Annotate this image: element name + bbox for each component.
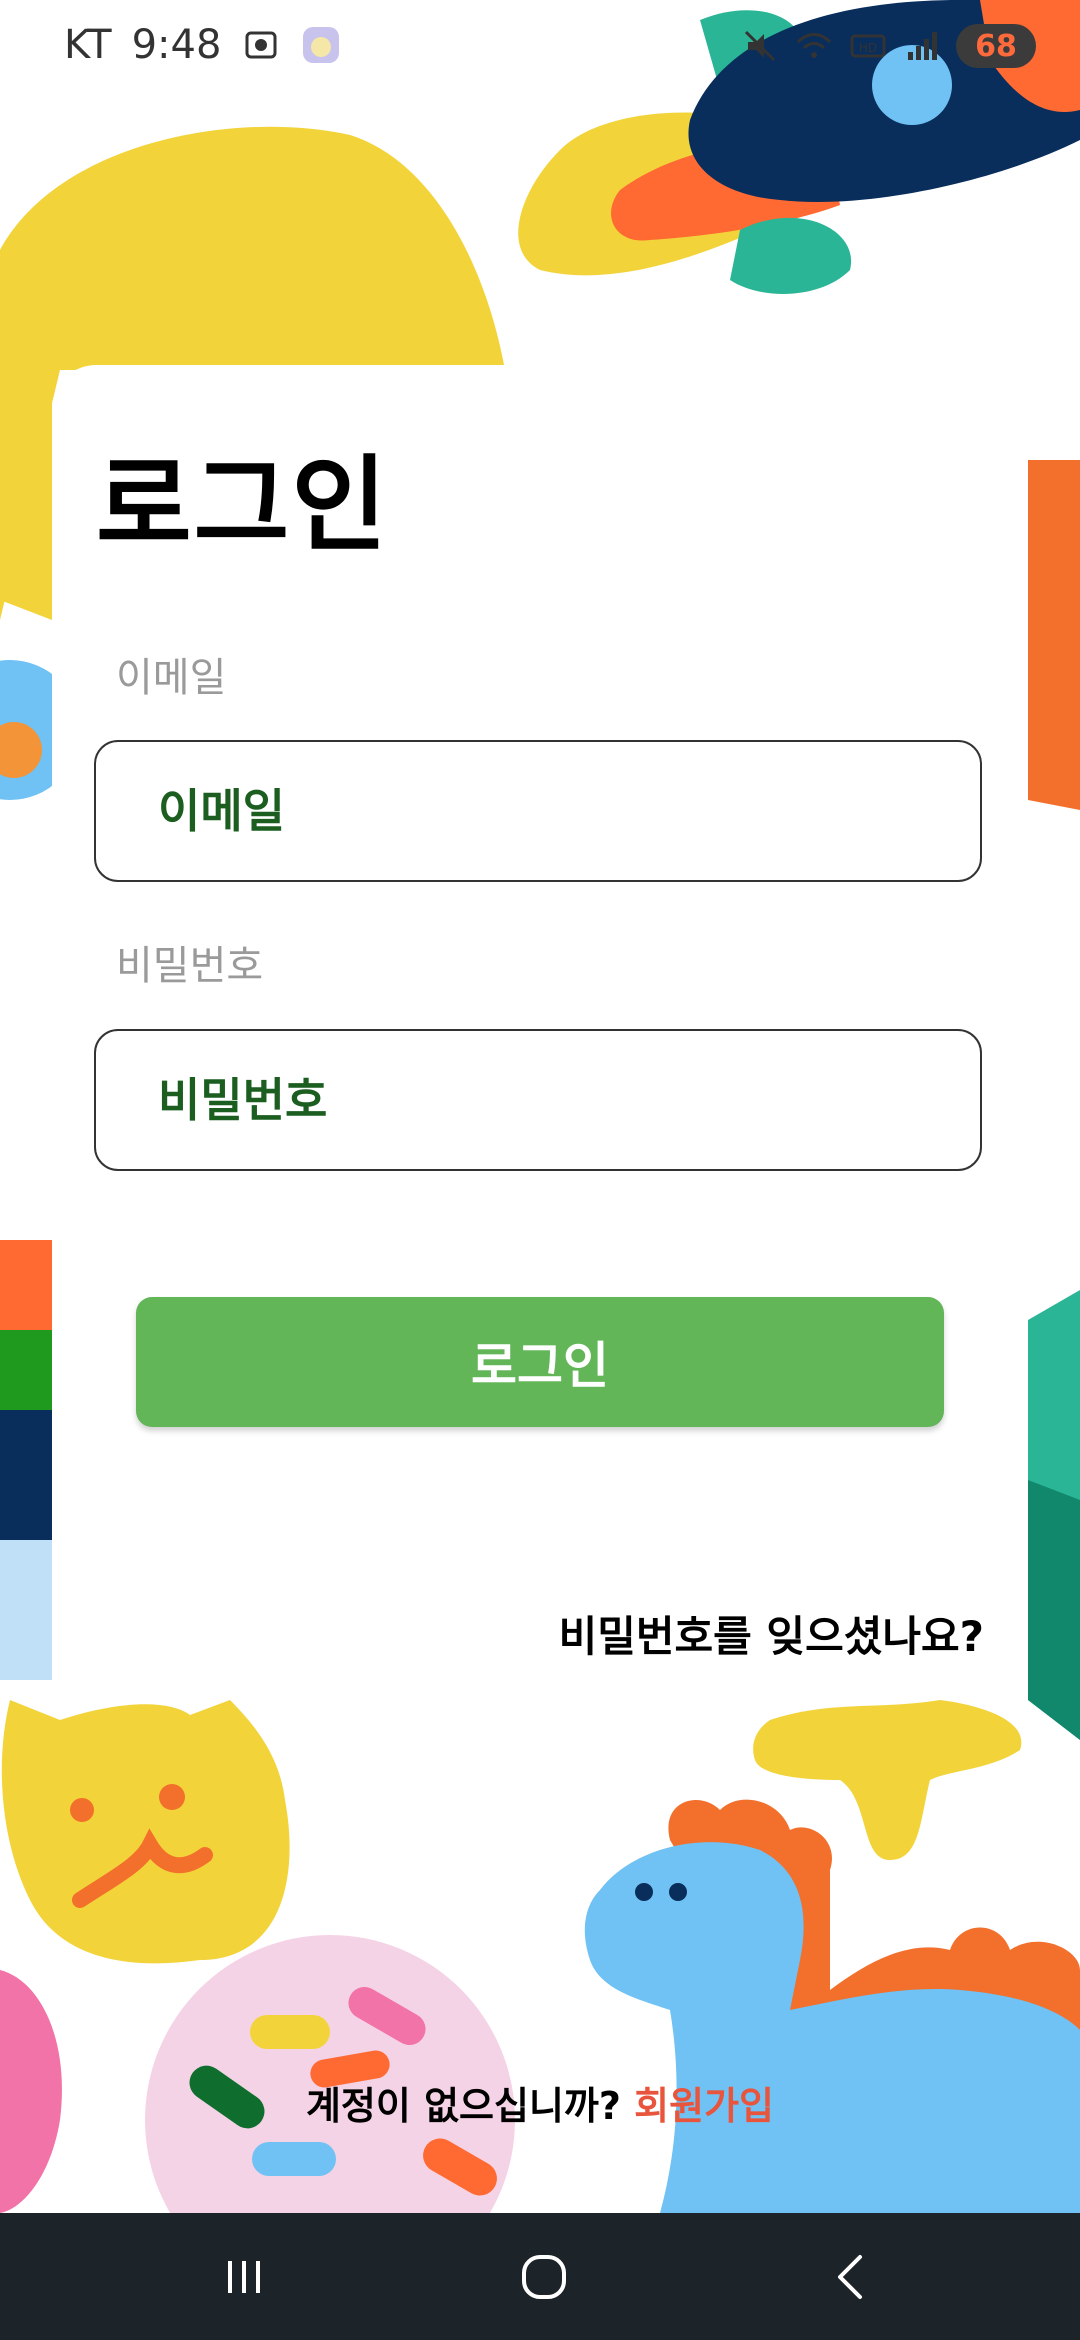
- password-field-container: [94, 1029, 982, 1171]
- dinosaur-body-shape: [584, 1842, 1080, 2213]
- status-bar: KT 9:48 HD 68: [0, 0, 1080, 96]
- signal-icon: [902, 26, 942, 66]
- dinosaur-eye-shape: [669, 1883, 687, 1901]
- orange-strip-shape: [1028, 460, 1080, 810]
- recents-icon[interactable]: [208, 2241, 280, 2313]
- email-field[interactable]: [96, 742, 980, 880]
- signup-link[interactable]: 회원가입: [634, 2084, 774, 2128]
- login-button[interactable]: 로그인: [136, 1297, 944, 1427]
- screenshot-icon: [241, 25, 281, 65]
- rainbow-shape: [0, 1240, 52, 1330]
- password-label: 비밀번호: [116, 943, 264, 989]
- carrier-label: KT: [64, 22, 112, 68]
- battery-icon: 68: [956, 24, 1036, 68]
- dinosaur-eye-shape: [635, 1883, 653, 1901]
- status-left-group: KT 9:48: [64, 22, 341, 68]
- green-block-shape: [1028, 1480, 1080, 1740]
- email-field-container: [94, 740, 982, 882]
- signup-prompt-text: 계정이 없으십니까?: [305, 2084, 621, 2128]
- cat-eye-shape: [159, 1784, 185, 1810]
- status-right-group: HD 68: [740, 24, 1036, 68]
- forgot-password-link[interactable]: 비밀번호를 잊으셨나요?: [559, 1603, 984, 1664]
- login-card: 로그인 이메일 비밀번호 로그인 비밀번호를 잊으셨나요?: [52, 365, 1028, 1675]
- svg-text:HD: HD: [859, 41, 877, 55]
- password-field[interactable]: [96, 1031, 980, 1169]
- rocket-fin-shape: [730, 217, 852, 294]
- rainbow-shape: [0, 1540, 52, 1680]
- rainbow-shape: [0, 1330, 52, 1410]
- cat-shape: [1, 1700, 290, 1964]
- wifi-icon: [794, 26, 834, 66]
- signup-prompt-row: 계정이 없으십니까? 회원가입: [0, 2075, 1080, 2130]
- email-label: 이메일: [116, 655, 227, 701]
- home-icon[interactable]: [508, 2241, 580, 2313]
- page-title: 로그인: [96, 444, 390, 566]
- hd-icon: HD: [848, 26, 888, 66]
- clock-time: 9:48: [131, 22, 222, 68]
- app-notification-icon: [301, 25, 341, 65]
- back-icon[interactable]: [814, 2241, 886, 2313]
- navigation-bar: [0, 2213, 1080, 2340]
- sprinkle-shape: [252, 2142, 336, 2176]
- sprinkle-shape: [250, 2015, 330, 2049]
- rainbow-shape: [0, 1410, 52, 1540]
- mute-icon: [740, 26, 780, 66]
- yellow-blob-shape: [0, 365, 52, 620]
- cat-eye-shape: [70, 1798, 94, 1822]
